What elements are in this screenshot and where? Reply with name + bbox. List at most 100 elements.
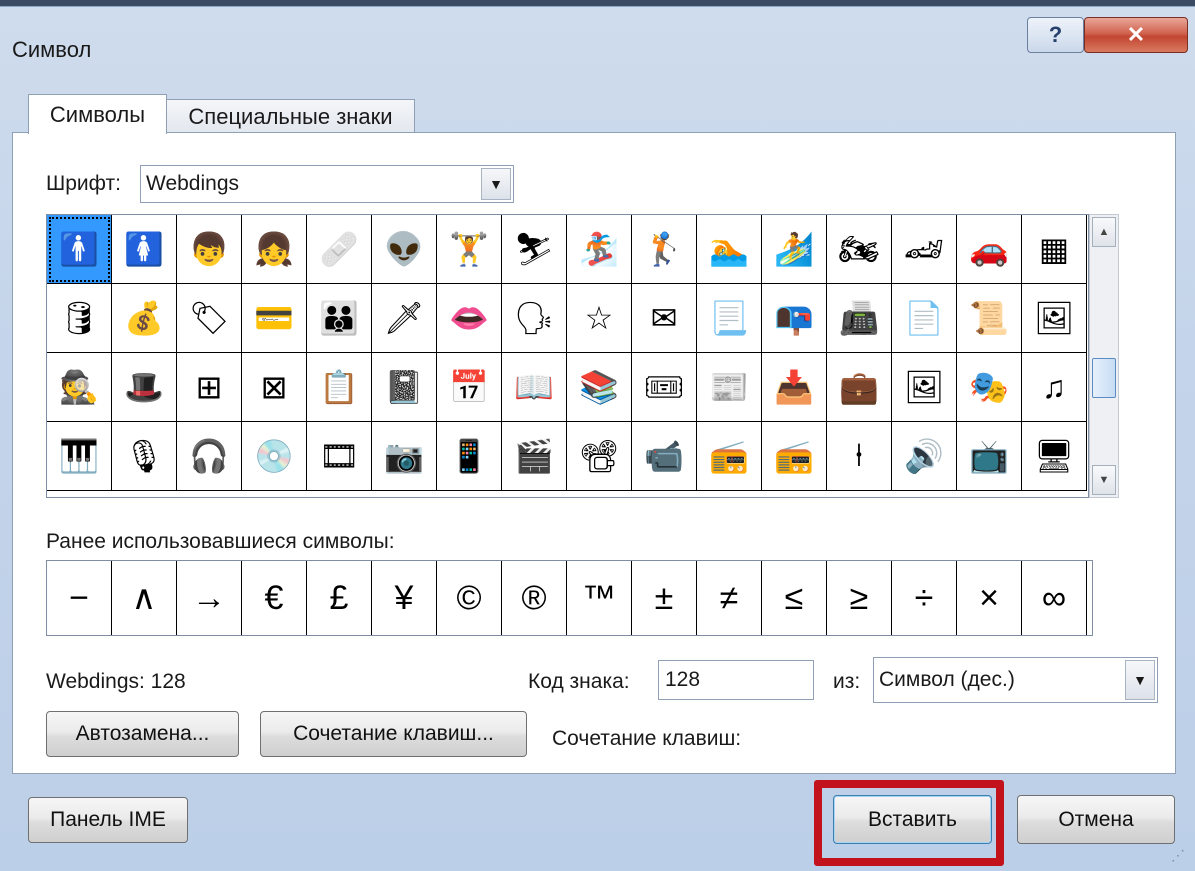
alien-head-icon[interactable]: 👽 [372, 215, 437, 284]
resize-grip-icon[interactable]: ⋰ [1171, 847, 1189, 865]
video-camera-icon[interactable]: 📹 [632, 422, 697, 491]
chevron-down-icon[interactable]: ▼ [481, 168, 511, 200]
window-frame-icon[interactable]: ⊞ [177, 353, 242, 422]
document-lines-icon[interactable]: 📃 [697, 284, 762, 353]
scroll-down-button[interactable]: ▼ [1092, 465, 1116, 495]
money-bag-icon[interactable]: 💰 [112, 284, 177, 353]
dagger-icon[interactable]: 🗡 [372, 284, 437, 353]
tab-special-characters[interactable]: Специальные знаки [166, 99, 415, 134]
recent-symbol[interactable]: ∧ [112, 561, 177, 635]
film-projector-icon[interactable]: 📽 [567, 422, 632, 491]
speaking-head-icon[interactable]: 🗣 [502, 284, 567, 353]
bandage-icon[interactable]: 🩹 [307, 215, 372, 284]
weightlifter-icon[interactable]: 🏋 [437, 215, 502, 284]
snowboarder-icon[interactable]: 🏂 [567, 215, 632, 284]
group-people-icon[interactable]: 👪 [307, 284, 372, 353]
theater-masks-icon[interactable]: 🎭 [957, 353, 1022, 422]
recent-symbol[interactable]: ™ [567, 561, 632, 635]
golfer-icon[interactable]: 🏌 [632, 215, 697, 284]
notepad-icon[interactable]: 📓 [372, 353, 437, 422]
code-input[interactable]: 128 [658, 660, 814, 700]
chevron-down-icon[interactable]: ▼ [1125, 660, 1155, 700]
girl-icon[interactable]: 👧 [242, 215, 307, 284]
autocorrect-button[interactable]: Автозамена... [46, 711, 239, 757]
tab-symbols[interactable]: Символы [28, 94, 167, 134]
fax-icon[interactable]: 📠 [827, 284, 892, 353]
symbol-grid[interactable]: 🚹 🚺 👦 👧 🩹 👽 🏋 ⛷ 🏂 🏌 🏊 🏄 🏍 🏎 🚗 ▦ 🛢 💰 🏷 💳 👪 🗡 👄 🗣 ☆ ✉ 📃 📭 📠 📄 📜 🖼 🕵 🎩 ⊞ ⊠ 📋 📓 📅 📖… [46, 214, 1089, 498]
skier-icon[interactable]: ⛷ [502, 215, 567, 284]
recent-symbol[interactable]: ÷ [892, 561, 957, 635]
shortcut-key-button[interactable]: Сочетание клавиш... [260, 711, 527, 757]
recent-symbol[interactable]: € [242, 561, 307, 635]
tray-icon[interactable]: 📥 [762, 353, 827, 422]
boy-icon[interactable]: 👦 [177, 215, 242, 284]
calendar-icon[interactable]: 📅 [437, 353, 502, 422]
page-icon[interactable]: 📄 [892, 284, 957, 353]
recent-symbol[interactable]: ¥ [372, 561, 437, 635]
man-icon[interactable]: 🚹 [47, 215, 112, 284]
boombox-icon[interactable]: 📻 [697, 422, 762, 491]
chart-grid-icon[interactable]: ▦ [1022, 215, 1087, 284]
clipboard-icon[interactable]: 📋 [307, 353, 372, 422]
recent-symbol[interactable]: − [47, 561, 112, 635]
swimmer-icon[interactable]: 🏊 [697, 215, 762, 284]
help-button[interactable]: ? [1027, 17, 1084, 53]
books-stack-icon[interactable]: 📚 [567, 353, 632, 422]
recent-symbol[interactable]: → [177, 561, 242, 635]
recent-symbol[interactable]: ≥ [827, 561, 892, 635]
coin-stack-icon[interactable]: 🛢 [47, 284, 112, 353]
headphones-icon[interactable]: 🎧 [177, 422, 242, 491]
remote-control-icon[interactable]: 📱 [437, 422, 502, 491]
picture-frame-icon[interactable]: 🖼 [1022, 284, 1087, 353]
recent-symbol[interactable]: ® [502, 561, 567, 635]
race-car-icon[interactable]: 🏎 [892, 215, 957, 284]
woman-icon[interactable]: 🚺 [112, 215, 177, 284]
recent-symbol[interactable]: £ [307, 561, 372, 635]
recent-symbol[interactable]: © [437, 561, 502, 635]
font-select[interactable]: Webdings ▼ [140, 165, 514, 203]
lips-icon[interactable]: 👄 [437, 284, 502, 353]
spy-icon[interactable]: 🕵 [47, 353, 112, 422]
recent-symbol[interactable]: ± [632, 561, 697, 635]
surfer-icon[interactable]: 🏄 [762, 215, 827, 284]
compact-disc-icon[interactable]: 💿 [242, 422, 307, 491]
fader-icon[interactable]: ⍿ [827, 422, 892, 491]
mail-slot-icon[interactable]: 📭 [762, 284, 827, 353]
ticket-icon[interactable]: 🎟 [632, 353, 697, 422]
recent-symbol[interactable]: ≤ [762, 561, 827, 635]
hat-icon[interactable]: 🎩 [112, 353, 177, 422]
radio-icon[interactable]: 📻 [762, 422, 827, 491]
microphone-icon[interactable]: 🎙 [112, 422, 177, 491]
music-note-icon[interactable]: ♫ [1022, 353, 1087, 422]
monitor-icon[interactable]: 🖥 [1022, 422, 1087, 491]
ime-panel-button[interactable]: Панель IME [28, 797, 188, 843]
credit-card-icon[interactable]: 💳 [242, 284, 307, 353]
car-icon[interactable]: 🚗 [957, 215, 1022, 284]
cancel-button[interactable]: Отмена [1017, 795, 1175, 844]
portrait-icon[interactable]: 🖼 [892, 353, 957, 422]
tag-icon[interactable]: 🏷 [177, 284, 242, 353]
briefcase-icon[interactable]: 💼 [827, 353, 892, 422]
symbol-grid-scrollbar[interactable]: ▲ ▼ [1089, 214, 1119, 498]
recent-symbol[interactable]: ≠ [697, 561, 762, 635]
film-strip-icon[interactable]: 🎞 [307, 422, 372, 491]
scrollbar-thumb[interactable] [1092, 358, 1116, 398]
clapperboard-icon[interactable]: 🎬 [502, 422, 567, 491]
newspaper-icon[interactable]: 📰 [697, 353, 762, 422]
keyboard-instrument-icon[interactable]: 🎹 [47, 422, 112, 491]
speaker-icon[interactable]: 🔊 [892, 422, 957, 491]
camera-icon[interactable]: 📷 [372, 422, 437, 491]
scroll-up-button[interactable]: ▲ [1092, 217, 1116, 247]
recent-symbols-grid[interactable]: − ∧ → € £ ¥ © ® ™ ± ≠ ≤ ≥ ÷ × ∞ [46, 560, 1093, 636]
close-button[interactable]: ✕ [1084, 17, 1188, 53]
recent-symbol[interactable]: × [957, 561, 1022, 635]
recent-symbol[interactable]: ∞ [1022, 561, 1087, 635]
frame-cross-icon[interactable]: ⊠ [242, 353, 307, 422]
tv-icon[interactable]: 📺 [957, 422, 1022, 491]
star-outline-icon[interactable]: ☆ [567, 284, 632, 353]
certificate-icon[interactable]: 📜 [957, 284, 1022, 353]
open-book-icon[interactable]: 📖 [502, 353, 567, 422]
motorcycle-icon[interactable]: 🏍 [827, 215, 892, 284]
envelope-icon[interactable]: ✉ [632, 284, 697, 353]
from-select[interactable]: Символ (дес.) ▼ [873, 657, 1158, 703]
